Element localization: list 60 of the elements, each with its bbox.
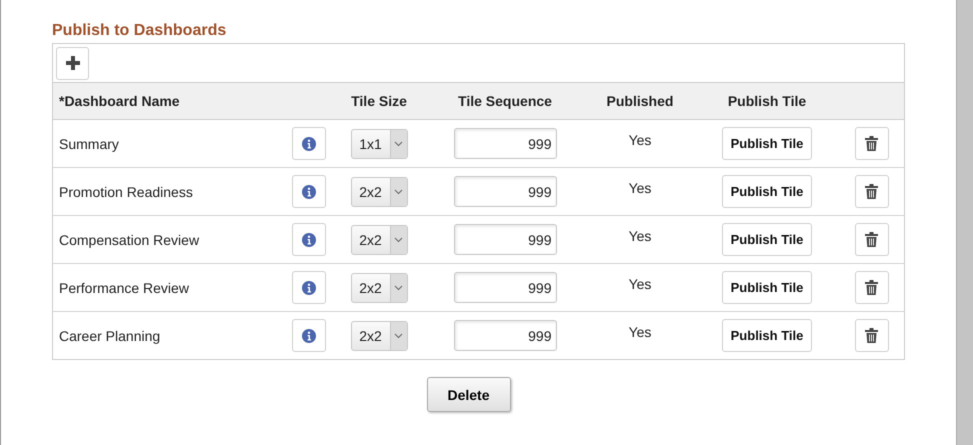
publish-tile-button[interactable]: Publish Tile [722,223,812,256]
column-header: *Dashboard Name [58,93,181,109]
info-icon [302,232,316,246]
info-button[interactable] [292,271,326,304]
delete-row-button[interactable] [854,223,888,256]
info-icon [302,328,316,342]
dashboard-name: Performance Review [58,280,190,296]
tile-size-dropdown[interactable]: 2x2 [350,272,408,302]
chevron-down-icon [394,284,403,290]
plus-icon [64,55,80,71]
publish-tile-button[interactable]: Publish Tile [722,319,812,352]
published-status: Yes [628,324,652,340]
dashboard-name: Summary [58,136,120,152]
column-header: Tile Size [350,93,408,109]
publish-tile-button[interactable]: Publish Tile [722,127,812,160]
tile-size-dropdown[interactable]: 2x2 [350,224,408,254]
chevron-down-icon [394,140,403,146]
delete-button[interactable]: Delete [426,377,510,412]
chevron-down-icon [394,188,403,194]
trash-icon [865,280,878,295]
info-button[interactable] [292,175,326,208]
trash-icon [865,328,878,343]
dashboard-name: Career Planning [58,328,162,344]
published-status: Yes [628,276,652,292]
published-status: Yes [628,228,652,244]
tile-sequence-field[interactable]: 999 [454,224,556,255]
tile-sequence-field[interactable]: 999 [454,128,556,159]
info-icon [302,280,316,294]
column-header: Publish Tile [726,93,808,109]
delete-row-button[interactable] [854,175,888,208]
tile-size-dropdown[interactable]: 2x2 [350,176,408,206]
dashboard-name: Compensation Review [58,232,200,248]
delete-row-button[interactable] [854,271,888,304]
chevron-down-icon [394,236,403,242]
info-button[interactable] [292,319,326,352]
trash-icon [865,136,878,151]
publish-tile-button[interactable]: Publish Tile [722,271,812,304]
delete-row-button[interactable] [854,127,888,160]
dashboard-name: Promotion Readiness [58,184,194,200]
published-status: Yes [628,132,652,148]
section-title: Publish to Dashboards [52,22,228,41]
info-icon [302,136,316,150]
add-row-button[interactable] [56,46,89,80]
trash-icon [865,184,878,199]
column-header: Published [606,93,674,109]
info-icon [302,184,316,198]
tile-sequence-field[interactable]: 999 [454,176,556,207]
tile-sequence-field[interactable]: 999 [454,320,556,351]
tile-size-dropdown[interactable]: 2x2 [350,320,408,350]
info-button[interactable] [292,127,326,160]
trash-icon [865,232,878,247]
delete-row-button[interactable] [854,319,888,352]
column-header: Tile Sequence [457,93,553,109]
info-button[interactable] [292,223,326,256]
chevron-down-icon [394,332,403,338]
tile-size-dropdown[interactable]: 1x1 [350,128,408,158]
scrollbar[interactable] [956,0,973,445]
tile-sequence-field[interactable]: 999 [454,272,556,303]
publish-tile-button[interactable]: Publish Tile [722,175,812,208]
published-status: Yes [628,180,652,196]
